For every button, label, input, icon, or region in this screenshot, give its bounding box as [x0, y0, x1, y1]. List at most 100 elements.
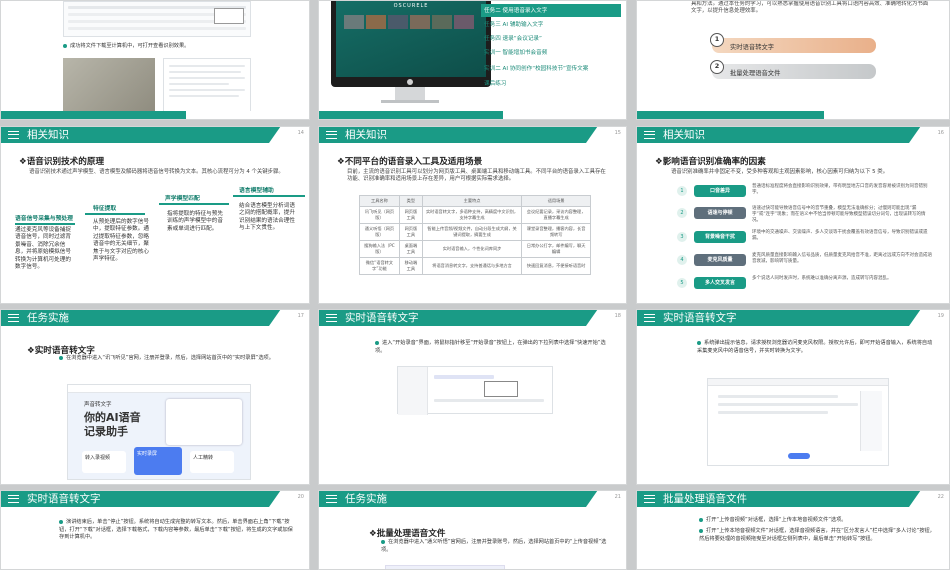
column-header: 适用场景 — [521, 195, 591, 207]
step-text: 进入“开始录音”界面，将鼠标指针移至“开始录音”按钮上，在弹出的下拉列表中选择“… — [375, 340, 606, 354]
screen-brand: OSCURELE — [393, 3, 429, 9]
toc-item-5[interactable]: 实训二 AI 协同创作“校园科技节”宣传文案 — [484, 64, 588, 72]
screenshot-file-list — [63, 1, 251, 37]
step-text: 演讲结束后，单击“停止”按钮。系统将自动生成完整的转写文本。然后，单击界面右上角… — [59, 519, 293, 541]
screenshot-recognized-text — [163, 58, 251, 116]
step-text: 系统弹出提示信息，请求授权浏览器访问麦克风权限。授权允许后，即可开始语音输入，系… — [697, 340, 933, 354]
task-item-1-label: 实时语音转文字 — [730, 44, 775, 51]
step-text: 成功将文件下载至计算机中，可打开查看识别效果。 — [63, 43, 293, 51]
page-number: 14 — [297, 130, 304, 136]
section-intro: 目前，主流的语音识别工具可以划分为网页版工具、桌面端工具和移动端工具。不同平台的… — [347, 169, 606, 183]
toc-item-4[interactable]: 实训一 智能增加书会音频 — [484, 48, 547, 56]
slide-tools-comparison: 相关知识 15 ❖不同平台的语音录入工具及适用场景 目前，主流的语音识别工具可以… — [318, 126, 627, 304]
apple-icon — [407, 79, 413, 85]
step-3-title: 声学模型匹配 — [165, 196, 200, 202]
screenshot-xunfei-home: 声音转文字 你的AI语音 记录助手 转入录视频 实时录屏 人工精转 — [67, 384, 251, 480]
table-row: 讯飞听见（网页版） 网页版工具 实时语音转文字，多语种支持，高精度中文识别，支持字幕… — [359, 206, 591, 224]
factor-row: 1 口音差异 普通话标准程度将会直接影响识别效果，带有明显地方口音的发音容易被识… — [677, 183, 937, 199]
menu-icon — [644, 131, 655, 139]
screenshot-recording-page — [397, 366, 553, 415]
toc-item-6[interactable]: 课后练习 — [484, 79, 506, 87]
menu-icon — [644, 314, 655, 322]
page-number: 18 — [614, 313, 621, 319]
factor-row: 5 多人交叉发言 多个说话人同时发声时，系统难以准确分离声源，造成转写内容混乱。 — [677, 275, 937, 291]
slide-header: 相关知识 — [1, 127, 309, 143]
screenshot-transcribing — [707, 378, 889, 466]
table-row: 搜狗输入法（PC 版） 桌面端工具 实时语音输入，个性化词库同步 日常办公打字，邮件编… — [359, 240, 591, 258]
screenshot-book-photo — [63, 58, 155, 116]
quick-start-dropdown[interactable] — [484, 381, 518, 397]
factor-row: 4 麦克风质量 麦克风质量直接影响输入信号品质，低质量麦克风拾音不准，距离过远或… — [677, 252, 937, 268]
step-4-title: 语言模型辅助 — [239, 188, 274, 194]
step-1-text: 通过麦克风等设备捕捉语音信号，同时过滤背景噪音、消除冗余信息，并将原始模拟信号转… — [15, 227, 71, 271]
step-4-text: 结合语言模型分析词语之间的搭配概率，提升识别结果的语法合理性与上下文贯性。 — [239, 203, 295, 232]
slide-header: 任务实施 — [1, 310, 309, 326]
tile-upload[interactable]: 转入录视频 — [82, 451, 126, 473]
step-text: 在浏览器中进入“讯飞听见”官网，注册并登录，然后，选择网站首页中的“实时录屏”选… — [59, 355, 289, 363]
monitor-stand — [395, 87, 425, 101]
table-header-row: 工具名称 类型 主要特点 适用场景 — [359, 195, 591, 207]
task-intro: 具和方法。通过本任务的学习，可以熟悉掌握使用语音识别工具将口语内容高效、准确地转… — [691, 1, 929, 15]
slide-header: 批量处理语音文件 — [637, 491, 949, 507]
section-intro: 语音识别技术通过声学模型、语言模型及解码器将语音信号转换为文本。其核心流程可分为… — [29, 169, 284, 175]
tile-realtime[interactable]: 实时录屏 — [134, 447, 182, 475]
step-3-text: 指将提取的特征与预先训练的声学模型中的音素或单词进行匹配。 — [167, 211, 223, 232]
table-row: 通义听悟（网页版） 网页版工具 智能上传音频/视频文件，自动分段生成大纲，关键词提取… — [359, 223, 591, 241]
factor-label: 背景噪音干扰 — [694, 231, 746, 243]
page-number: 17 — [297, 313, 304, 319]
menu-icon — [326, 314, 337, 322]
slide-header: 实时语音转文字 — [319, 310, 626, 326]
slide-download-result: 成功将文件下载至计算机中，可打开查看识别效果。 — [0, 0, 310, 120]
screenshot-tongyi-top — [385, 565, 505, 569]
step-text: 在浏览器中进入“通义听悟”官网后，注册并登录账号，然后，选择网站首页中的“上传音… — [381, 539, 607, 553]
toc-item-1[interactable]: 任务二 使用语音录入文字 — [484, 6, 547, 14]
column-header: 主要特点 — [421, 195, 523, 207]
step-text: 打开“上传音视频”对话框，选择“上传本地音视频文件”选项。 — [699, 517, 939, 525]
factor-label: 多人交叉发言 — [694, 277, 746, 289]
monitor-frame: OSCURELE — [331, 1, 491, 87]
toc-item-3[interactable]: 任务四 速录“会议记录” — [484, 34, 542, 42]
section-title: ❖影响语音识别准确率的因素 — [655, 157, 766, 167]
download-popup[interactable] — [214, 8, 244, 24]
page-number: 19 — [937, 313, 944, 319]
slide-batch-upload: 批量处理语音文件 22 打开“上传音视频”对话框，选择“上传本地音视频文件”选项… — [636, 490, 950, 570]
page-number: 15 — [614, 130, 621, 136]
stop-button[interactable] — [788, 453, 810, 459]
tools-table: 工具名称 类型 主要特点 适用场景 讯飞听见（网页版） 网页版工具 实时语音转文字，… — [359, 195, 591, 275]
table-row: 微信“语音转文字”功能 移动端工具 将语音消息转文字，支持普通话与多地方言 快速回复消… — [359, 257, 591, 275]
slide-header: 相关知识 — [319, 127, 626, 143]
menu-icon — [8, 131, 19, 139]
slide-mic-permission: 实时语音转文字 19 系统弹出提示信息，请求授权浏览器访问麦克风权限。授权允许后… — [636, 309, 950, 485]
toc-item-2[interactable]: 任务三 AI 辅助输入文字 — [484, 20, 543, 28]
slide-start-recording: 实时语音转文字 18 进入“开始录音”界面，将鼠标指针移至“开始录音”按钮上，在… — [318, 309, 627, 485]
task-item-2-label: 批量处理语音文件 — [730, 70, 781, 77]
section-intro: 语音识别准确率并非固定不变，受多种客观和主观因素影响，核心因素可归纳为以下 5 … — [671, 169, 889, 175]
slide-contents: OSCURELE — [318, 0, 627, 120]
monitor-base — [381, 100, 439, 103]
factor-row: 3 背景噪音干扰 环境中的交通噪声、交谈噪声、多人交谈等干扰会覆盖有效语音信号，… — [677, 229, 937, 245]
column-header: 工具名称 — [359, 195, 400, 207]
step-2-title: 特征提取 — [93, 206, 117, 212]
menu-icon — [8, 495, 19, 503]
page-number: 22 — [937, 494, 944, 500]
slide-accuracy-factors: 相关知识 16 ❖影响语音识别准确率的因素 语音识别准确率并非固定不变，受多种客… — [636, 126, 950, 304]
step-text: 打开“上传本地音视频文件”对话框，选择音视频语言，并在“区分发言人”栏中选择“多… — [699, 528, 935, 542]
page-number: 21 — [614, 494, 621, 500]
slide-header: 相关知识 — [637, 127, 949, 143]
slide-realtime-task: 任务实施 17 ❖实时语音转文字 在浏览器中进入“讯飞听见”官网，注册并登录，然… — [0, 309, 310, 485]
factor-label: 麦克风质量 — [694, 254, 746, 266]
slide-header: 实时语音转文字 — [637, 310, 949, 326]
task-item-1-number: 1 — [710, 33, 724, 47]
menu-icon — [644, 495, 655, 503]
section-title: ❖不同平台的语音录入工具及适用场景 — [337, 157, 483, 167]
section-title: ❖语音识别技术的原理 — [19, 157, 105, 167]
factor-label: 语速与停顿 — [694, 207, 746, 219]
tile-manual[interactable]: 人工精转 — [190, 451, 234, 473]
hero-subtitle: 声音转文字 — [84, 402, 112, 408]
task-item-2-number: 2 — [710, 60, 724, 74]
column-header: 类型 — [398, 195, 423, 207]
step-1-title: 语音信号采集与预处理 — [15, 216, 73, 222]
factor-row: 2 语速与停顿 语速过快可能导致语音信号中的音节重叠，模型无法准确拆分；过慢则可… — [677, 205, 937, 223]
menu-icon — [326, 131, 337, 139]
slide-batch-task: 任务实施 21 ❖批量处理语音文件 在浏览器中进入“通义听悟”官网后，注册并登录… — [318, 490, 627, 570]
